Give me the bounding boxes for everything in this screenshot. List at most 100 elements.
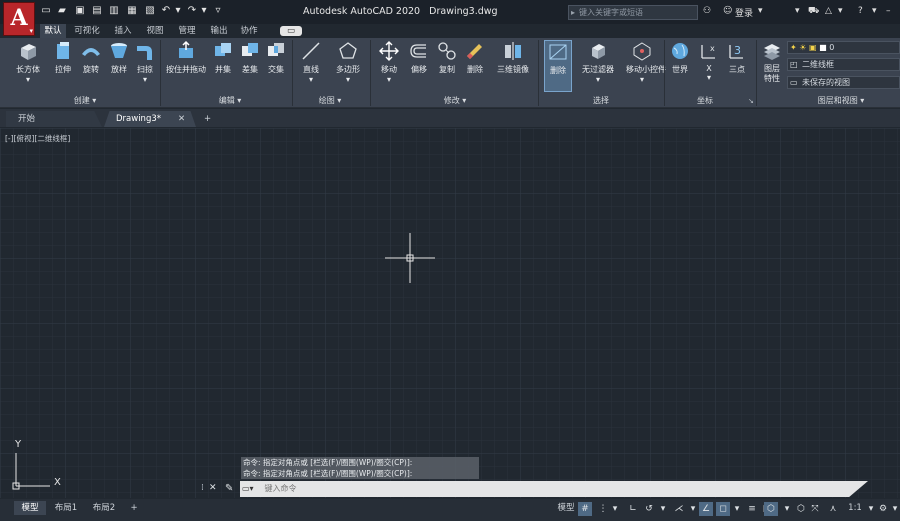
add-layout-icon[interactable]: + xyxy=(128,501,140,515)
drawing-canvas[interactable] xyxy=(0,128,900,498)
search-input[interactable]: ▸ 键入关键字或短语 xyxy=(568,5,698,20)
annotation-visibility-icon[interactable]: ⬡ xyxy=(794,502,808,516)
ucs-world-button[interactable]: 世界 xyxy=(668,40,692,75)
minimize-icon[interactable]: – xyxy=(886,6,891,16)
mirror3d-button[interactable]: 三维镜像 xyxy=(494,40,532,75)
isodraft-dropdown-icon[interactable]: ▾ xyxy=(686,502,700,516)
subtract-button[interactable]: 差集 xyxy=(238,40,262,75)
login-dropdown-icon[interactable]: ▾ xyxy=(758,6,763,16)
offset-label: 偏移 xyxy=(411,65,427,74)
tab-start[interactable]: 开始 xyxy=(6,111,102,127)
ribbon-options-icon[interactable]: ▭ xyxy=(280,26,302,36)
panel-launcher-icon[interactable]: ↘ xyxy=(748,97,754,105)
isodraft-icon[interactable]: ⋌ xyxy=(672,502,686,516)
grid-icon[interactable]: # xyxy=(578,502,592,516)
culling-button[interactable]: 删除 xyxy=(544,40,572,92)
panel-title-layers-view[interactable]: 图层和视图 ▾ xyxy=(806,95,876,106)
customize-command-icon[interactable]: ✎ xyxy=(225,483,233,494)
box-button[interactable]: 长方体 ▾ xyxy=(12,40,44,84)
autodesk-a360-icon[interactable]: △ xyxy=(825,6,832,16)
layout-tab-layout2[interactable]: 布局2 xyxy=(88,501,120,515)
tab-drawing3[interactable]: Drawing3* ✕ xyxy=(104,111,196,127)
visual-style-dropdown[interactable]: ◰ 二维线框 xyxy=(787,58,900,71)
open-web-icon[interactable]: ▥ xyxy=(108,5,120,17)
sweep-button[interactable]: 扫掠 ▾ xyxy=(132,40,158,84)
polar-icon[interactable]: ↺ xyxy=(642,502,656,516)
ucs-x-button[interactable]: x X ▾ xyxy=(698,40,720,82)
save-icon[interactable]: ▣ xyxy=(74,5,86,17)
no-filter-button[interactable]: 无过滤器 ▾ xyxy=(578,40,618,84)
search-binoculars-icon[interactable]: ⚇ xyxy=(703,6,711,16)
customization-dropdown-icon[interactable]: ▾ xyxy=(888,502,900,516)
lineweight-icon[interactable]: ≡ xyxy=(745,502,759,516)
tab-view[interactable]: 视图 xyxy=(142,24,168,38)
save-web-icon[interactable]: ▦ xyxy=(126,5,138,17)
layout-tab-model[interactable]: 模型 xyxy=(14,501,46,515)
viewport-controls[interactable]: [-][俯视][二维线框] xyxy=(5,133,70,144)
move-gizmo-button[interactable]: 移动小控件 ▾ xyxy=(626,40,666,84)
layout-tab-layout1[interactable]: 布局1 xyxy=(50,501,82,515)
user-icon[interactable]: ☺ xyxy=(723,6,732,16)
tab-insert[interactable]: 插入 xyxy=(110,24,136,38)
tab-visualize[interactable]: 可视化 xyxy=(70,24,104,38)
recent-commands-icon[interactable]: ▭▾ xyxy=(240,481,262,497)
save-as-icon[interactable]: ▤ xyxy=(91,5,103,17)
ucs-3point-button[interactable]: 3 三点 xyxy=(726,40,748,75)
presspull-button[interactable]: 按住并拖动 xyxy=(163,40,209,75)
copy-button[interactable]: 复制 xyxy=(434,40,460,75)
help-dropdown-icon[interactable]: ▾ xyxy=(872,6,877,16)
extrude-button[interactable]: 拉伸 xyxy=(50,40,76,75)
cart-icon[interactable]: ⛟ xyxy=(808,6,819,17)
layer-dropdown[interactable]: ✦ ☀ ▣ ■ 0 xyxy=(787,41,900,54)
customize-quick-access-icon[interactable]: ▿ xyxy=(212,5,224,17)
exchange-apps-dropdown-icon[interactable]: ▾ xyxy=(795,6,800,16)
panel-title-draw[interactable]: 绘图 ▾ xyxy=(305,95,355,106)
command-line-grip-icon[interactable]: ⁞ xyxy=(201,483,204,493)
named-view-dropdown[interactable]: ▭ 未保存的视图 xyxy=(787,76,900,89)
application-menu-button[interactable]: A ▾ xyxy=(3,2,35,36)
selection-dropdown-icon[interactable]: ▾ xyxy=(780,502,794,516)
close-tab-icon[interactable]: ✕ xyxy=(178,111,185,127)
annotation-scale-icon[interactable]: ⋏ xyxy=(826,502,840,516)
tab-home[interactable]: 默认 xyxy=(40,24,66,38)
snap-dropdown-icon[interactable]: ▾ xyxy=(608,502,622,516)
help-icon[interactable]: ? xyxy=(858,6,863,16)
move-button[interactable]: 移动 ▾ xyxy=(376,40,402,84)
undo-dropdown-icon[interactable]: ▾ xyxy=(172,5,184,17)
plot-icon[interactable]: ▧ xyxy=(144,5,156,17)
gizmo-toggle-icon[interactable]: ⤧ xyxy=(808,502,822,516)
intersect-button[interactable]: 交集 xyxy=(264,40,288,75)
polar-dropdown-icon[interactable]: ▾ xyxy=(656,502,670,516)
panel-title-edit[interactable]: 编辑 ▾ xyxy=(205,95,255,106)
annotation-scale-dropdown[interactable]: 1:1 xyxy=(845,501,865,515)
layer-properties-button[interactable]: 图层特性 xyxy=(759,40,785,84)
model-space-toggle[interactable]: 模型 xyxy=(555,501,577,515)
tab-manage[interactable]: 管理 xyxy=(174,24,200,38)
polygon-button[interactable]: 多边形 ▾ xyxy=(333,40,363,84)
open-icon[interactable]: ▰ xyxy=(56,5,68,17)
close-command-line-icon[interactable]: ✕ xyxy=(209,483,217,493)
selection-cycling-icon[interactable]: ⬡ xyxy=(764,502,778,516)
loft-button[interactable]: 放样 xyxy=(106,40,132,75)
object-snap-icon[interactable]: ◻ xyxy=(716,502,730,516)
login-link[interactable]: 登录 xyxy=(735,6,753,19)
new-tab-icon[interactable]: + xyxy=(200,111,216,127)
redo-dropdown-icon[interactable]: ▾ xyxy=(198,5,210,17)
erase-button[interactable]: 删除 xyxy=(462,40,488,75)
a360-dropdown-icon[interactable]: ▾ xyxy=(838,6,843,16)
command-input[interactable]: ▭▾ 键入命令 xyxy=(240,481,868,497)
tab-output[interactable]: 输出 xyxy=(206,24,232,38)
panel-title-modify[interactable]: 修改 ▾ xyxy=(430,95,480,106)
undo-icon[interactable]: ↶ xyxy=(160,5,172,17)
revolve-button[interactable]: 旋转 xyxy=(78,40,104,75)
line-button[interactable]: 直线 ▾ xyxy=(298,40,324,84)
panel-title-create[interactable]: 创建 ▾ xyxy=(60,95,110,106)
redo-icon[interactable]: ↷ xyxy=(186,5,198,17)
union-button[interactable]: 并集 xyxy=(211,40,235,75)
offset-button[interactable]: 偏移 xyxy=(406,40,432,75)
ortho-icon[interactable]: ∟ xyxy=(626,502,640,516)
tab-collaborate[interactable]: 协作 xyxy=(236,24,262,38)
object-snap-tracking-icon[interactable]: ∠ xyxy=(699,502,713,516)
new-icon[interactable]: ▭ xyxy=(40,5,52,17)
object-snap-dropdown-icon[interactable]: ▾ xyxy=(730,502,744,516)
